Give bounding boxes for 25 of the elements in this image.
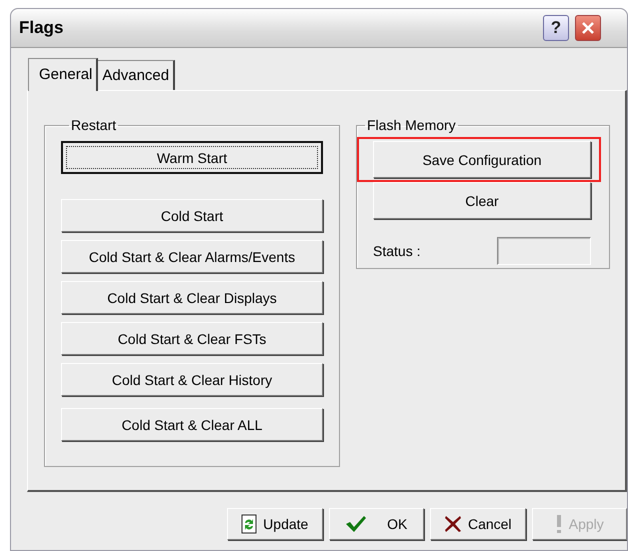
update-button[interactable]: Update [227,508,322,540]
restart-button[interactable]: Cold Start & Clear History [61,363,323,396]
restart-button[interactable]: Cold Start & Clear ALL [61,408,323,441]
status-label: Status : [373,243,420,259]
restart-button[interactable]: Warm Start [61,141,323,174]
close-icon [580,20,596,36]
help-button[interactable]: ? [543,15,569,41]
cross-icon [444,515,462,533]
tab[interactable]: General [28,58,98,91]
restart-button[interactable]: Cold Start [61,199,323,232]
restart-button[interactable]: Cold Start & Clear Displays [61,281,323,314]
restart-button[interactable]: Cold Start & Clear FSTs [61,322,323,355]
exclamation-icon [554,514,563,534]
restart-button[interactable]: Cold Start & Clear Alarms/Events [61,240,323,273]
save-configuration-button[interactable]: Save Configuration [373,141,591,178]
tab[interactable]: Advanced [98,60,176,90]
ok-button[interactable]: OK [328,508,424,540]
close-button[interactable] [575,15,601,41]
checkmark-icon [345,515,368,533]
cancel-button[interactable]: Cancel [430,508,526,540]
clear-button[interactable]: Clear [373,182,591,219]
document-refresh-icon [241,514,258,534]
group-title: Flash Memory [366,117,457,133]
group-title: Restart [70,117,118,133]
window-title: Flags [19,18,64,38]
